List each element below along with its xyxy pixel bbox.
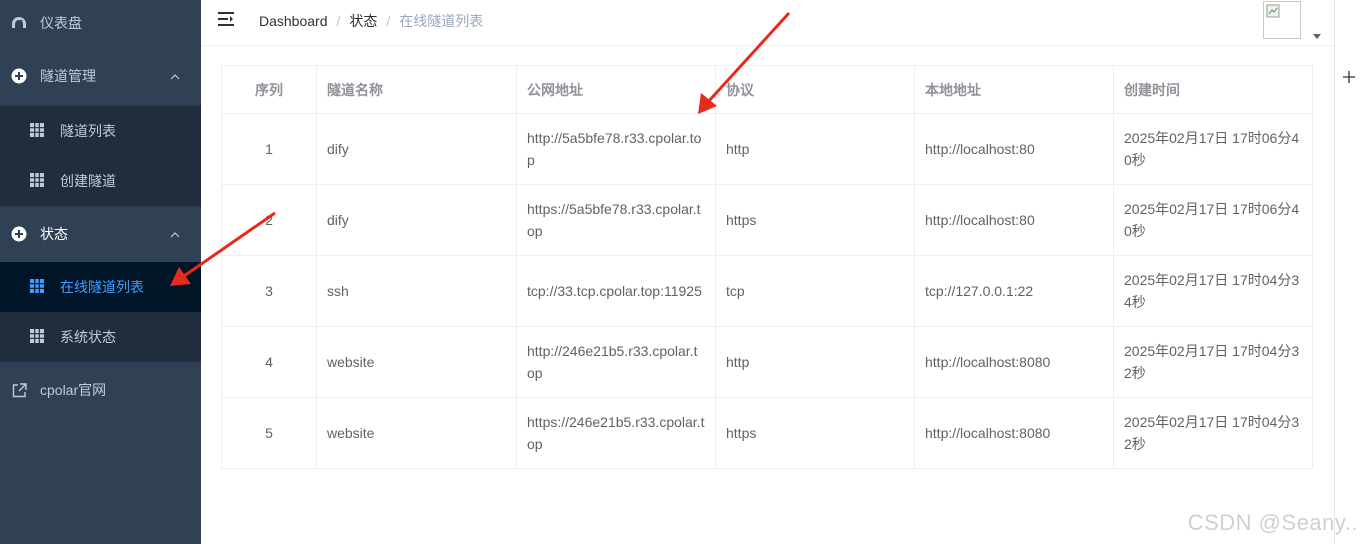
cell-protocol: https xyxy=(715,184,915,256)
column-header-protocol: 协议 xyxy=(715,65,915,114)
sidebar-item-create-tunnel[interactable]: 创建隧道 xyxy=(0,156,201,206)
sidebar-item-label: 在线隧道列表 xyxy=(60,279,144,295)
cell-public-url: tcp://33.tcp.cpolar.top:11925 xyxy=(516,255,716,327)
cell-local-address: http://localhost:80 xyxy=(914,184,1114,256)
dashboard-icon xyxy=(10,14,28,32)
cell-public-url: http://5a5bfe78.r33.cpolar.top xyxy=(516,113,716,185)
avatar[interactable] xyxy=(1263,1,1301,39)
table-row: 2 dify https://5a5bfe78.r33.cpolar.top h… xyxy=(221,184,1313,256)
breadcrumb: Dashboard / 状态 / 在线隧道列表 xyxy=(259,12,483,30)
caret-down-icon[interactable] xyxy=(1313,27,1321,43)
breadcrumb-status[interactable]: 状态 xyxy=(349,12,377,30)
sidebar-item-label: 状态 xyxy=(40,226,68,242)
cell-name: dify xyxy=(316,184,517,256)
column-header-name: 隧道名称 xyxy=(316,65,517,114)
chevron-up-icon xyxy=(169,228,181,244)
column-header-local-address: 本地地址 xyxy=(914,65,1114,114)
cell-public-url: http://246e21b5.r33.cpolar.top xyxy=(516,326,716,398)
cell-protocol: http xyxy=(715,113,915,185)
sidebar: 仪表盘 隧道管理 隧道列表 创建隧道 状态 在线隧道列表 系统状态 cpolar… xyxy=(0,0,201,544)
plus-circle-icon xyxy=(10,225,28,243)
cell-name: dify xyxy=(316,113,517,185)
grid-icon xyxy=(30,329,46,345)
cell-protocol: tcp xyxy=(715,255,915,327)
breadcrumb-current: 在线隧道列表 xyxy=(399,13,484,29)
sidebar-menu-tunnel-management[interactable]: 隧道管理 xyxy=(0,46,201,106)
sidebar-item-label: 系统状态 xyxy=(60,329,116,345)
sidebar-item-label: 仪表盘 xyxy=(40,15,82,31)
cell-name: website xyxy=(316,397,517,469)
cell-name: website xyxy=(316,326,517,398)
cell-public-url: https://5a5bfe78.r33.cpolar.top xyxy=(516,184,716,256)
cell-local-address: http://localhost:80 xyxy=(914,113,1114,185)
cell-index: 4 xyxy=(221,326,317,398)
sidebar-item-label: cpolar官网 xyxy=(40,382,107,398)
cell-local-address: tcp://127.0.0.1:22 xyxy=(914,255,1114,327)
table-header-row: 序列 隧道名称 公网地址 协议 本地地址 创建时间 xyxy=(221,65,1313,114)
cell-index: 5 xyxy=(221,397,317,469)
cell-protocol: https xyxy=(715,397,915,469)
sidebar-item-tunnel-list[interactable]: 隧道列表 xyxy=(0,106,201,156)
sidebar-menu-status[interactable]: 状态 xyxy=(0,206,201,262)
cell-name: ssh xyxy=(316,255,517,327)
submenu-tunnel-management: 隧道列表 创建隧道 xyxy=(0,106,201,206)
cell-local-address: http://localhost:8080 xyxy=(914,326,1114,398)
sidebar-item-label: 隧道管理 xyxy=(40,68,96,84)
sidebar-item-system-status[interactable]: 系统状态 xyxy=(0,312,201,362)
grid-icon xyxy=(30,279,46,295)
sidebar-item-label: 创建隧道 xyxy=(60,173,116,189)
column-header-index: 序列 xyxy=(221,65,317,114)
cell-created: 2025年02月17日 17时04分32秒 xyxy=(1113,397,1313,469)
chevron-up-icon xyxy=(169,70,181,86)
cell-created: 2025年02月17日 17时06分40秒 xyxy=(1113,184,1313,256)
sidebar-item-online-tunnels[interactable]: 在线隧道列表 xyxy=(0,262,201,312)
cell-local-address: http://localhost:8080 xyxy=(914,397,1114,469)
plus-icon[interactable] xyxy=(1342,70,1356,87)
cell-created: 2025年02月17日 17时06分40秒 xyxy=(1113,113,1313,185)
breadcrumb-separator: / xyxy=(386,13,391,29)
breadcrumb-dashboard[interactable]: Dashboard xyxy=(259,12,328,30)
sidebar-item-label: 隧道列表 xyxy=(60,123,116,139)
cell-created: 2025年02月17日 17时04分32秒 xyxy=(1113,326,1313,398)
table-row: 3 ssh tcp://33.tcp.cpolar.top:11925 tcp … xyxy=(221,255,1313,327)
cell-index: 1 xyxy=(221,113,317,185)
cell-index: 2 xyxy=(221,184,317,256)
cell-protocol: http xyxy=(715,326,915,398)
table-row: 5 website https://246e21b5.r33.cpolar.to… xyxy=(221,397,1313,469)
right-panel xyxy=(1334,0,1364,544)
submenu-status: 在线隧道列表 系统状态 xyxy=(0,262,201,362)
table-row: 4 website http://246e21b5.r33.cpolar.top… xyxy=(221,326,1313,398)
cell-public-url: https://246e21b5.r33.cpolar.top xyxy=(516,397,716,469)
watermark: CSDN @Seany.. xyxy=(1187,510,1358,535)
navbar: Dashboard / 状态 / 在线隧道列表 xyxy=(201,0,1334,46)
external-link-icon xyxy=(10,381,28,399)
column-header-public-url: 公网地址 xyxy=(516,65,716,114)
tunnel-table: 序列 隧道名称 公网地址 协议 本地地址 创建时间 1 dify http://… xyxy=(221,65,1313,469)
column-header-created: 创建时间 xyxy=(1113,65,1313,114)
cell-created: 2025年02月17日 17时04分34秒 xyxy=(1113,255,1313,327)
sidebar-item-cpolar-website[interactable]: cpolar官网 xyxy=(0,362,201,418)
plus-circle-icon xyxy=(10,67,28,85)
breadcrumb-separator: / xyxy=(336,13,341,29)
grid-icon xyxy=(30,123,46,139)
sidebar-item-dashboard[interactable]: 仪表盘 xyxy=(0,0,201,46)
hamburger-icon[interactable] xyxy=(217,11,237,31)
grid-icon xyxy=(30,173,46,189)
broken-image-icon xyxy=(1266,4,1280,18)
table-row: 1 dify http://5a5bfe78.r33.cpolar.top ht… xyxy=(221,113,1313,185)
cell-index: 3 xyxy=(221,255,317,327)
